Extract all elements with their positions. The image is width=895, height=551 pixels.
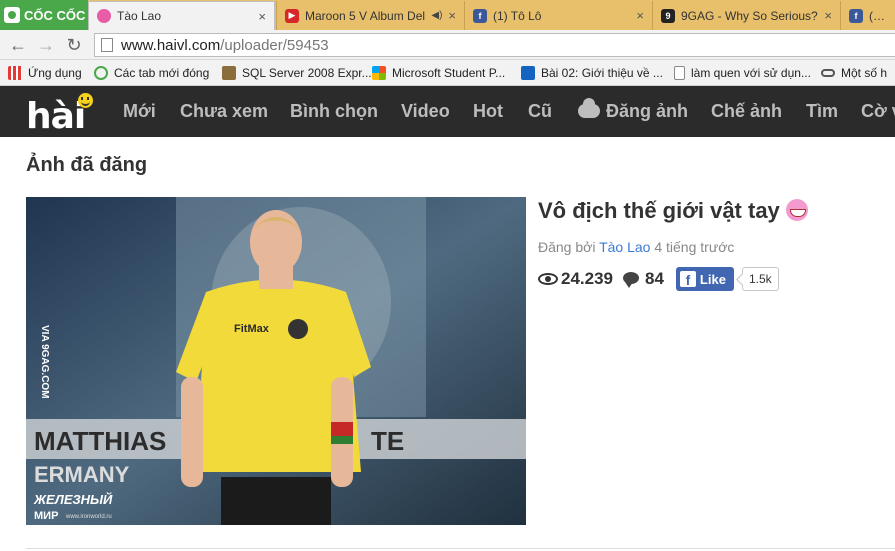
tab-title: (1) Tô <box>869 8 887 23</box>
aspnet-icon <box>521 66 535 80</box>
brand-label: CỐC CỐC <box>24 7 86 23</box>
menu-hot[interactable]: Hot <box>473 101 503 122</box>
bookmark-label: Bài 02: Giới thiệu về ... <box>541 66 663 80</box>
facebook-like-button[interactable]: f Like <box>675 267 734 291</box>
tab-title: 9GAG - Why So Serious? <box>681 8 818 23</box>
coccoc-brand[interactable]: CỐC CỐC <box>0 0 88 30</box>
tab-facebook-2[interactable]: f (1) Tô <box>840 1 895 30</box>
tab-facebook-1[interactable]: f (1) Tô Lô × <box>464 1 652 30</box>
close-icon[interactable]: × <box>258 9 266 24</box>
logo-ru-text: ЖЕЛЕЗНЫЙ <box>33 491 113 507</box>
bookmark-label: Ứng dụng <box>28 66 82 80</box>
name-plate-text: MATTHIAS <box>34 426 166 456</box>
apps-grid-icon <box>8 66 22 80</box>
tab-title: Maroon 5 V Album Del <box>305 8 426 23</box>
menu-che-anh[interactable]: Chế ảnh <box>711 101 782 122</box>
smiley-icon <box>78 93 93 108</box>
like-count: 1.5k <box>741 267 779 291</box>
menu-video[interactable]: Video <box>401 101 450 122</box>
view-count: 24.239 <box>561 269 613 288</box>
close-icon[interactable]: × <box>636 8 644 23</box>
country-text: ERMANY <box>34 462 130 487</box>
address-bar[interactable]: www.haivl.com/uploader/59453 <box>94 33 895 57</box>
microsoft-icon <box>372 66 386 80</box>
site-logo[interactable]: hài <box>26 90 93 137</box>
laughing-emoji-icon <box>785 199 808 221</box>
close-icon[interactable]: × <box>824 8 832 23</box>
facebook-icon: f <box>679 271 696 288</box>
page-icon <box>674 66 685 80</box>
link-icon <box>821 69 835 77</box>
post-stats: 24.239 84 f Like 1.5k <box>538 266 779 292</box>
haivl-smiley-icon <box>97 9 111 23</box>
bookmark-bai-02[interactable]: Bài 02: Giới thiệu về ... <box>521 64 663 82</box>
browser-toolbar: ← → ↻ www.haivl.com/uploader/59453 <box>0 30 895 60</box>
menu-chua-xem[interactable]: Chưa xem <box>180 101 268 122</box>
tab-title: Tào Lao <box>117 9 162 23</box>
close-icon[interactable]: × <box>448 8 456 23</box>
bookmark-label: Các tab mới đóng <box>114 66 210 80</box>
shirt-brand-text: FitMax <box>234 323 270 335</box>
bookmarks-bar: Ứng dụng Các tab mới đóng SQL Server 200… <box>0 60 895 86</box>
bookmark-label: làm quen với sử dụn... <box>691 66 811 80</box>
post-byline: Đăng bởi Tào Lao 4 tiếng trước <box>538 239 735 255</box>
bookmark-lam-quen[interactable]: làm quen với sử dụn... <box>674 64 811 82</box>
youtube-icon: ▶ <box>285 8 299 23</box>
9gag-icon: 9 <box>661 8 675 23</box>
post-title[interactable]: Vô địch thế giới vật tay <box>538 198 808 224</box>
bookmark-mot-so[interactable]: Một số h <box>821 64 887 82</box>
tab-9gag[interactable]: 9 9GAG - Why So Serious? × <box>652 1 840 30</box>
bookmark-label: Một số h <box>841 66 888 80</box>
tab-title: (1) Tô Lô <box>493 8 542 23</box>
bookmark-apps[interactable]: Ứng dụng <box>8 64 82 82</box>
menu-cu[interactable]: Cũ <box>528 101 552 122</box>
logo-site-text: www.ironworld.ru <box>65 514 112 520</box>
menu-moi[interactable]: Mới <box>123 101 156 122</box>
reload-icon[interactable]: ↻ <box>64 35 84 55</box>
facebook-icon: f <box>473 8 487 23</box>
forward-arrow-icon[interactable]: → <box>36 35 56 55</box>
bookmark-microsoft-student[interactable]: Microsoft Student P... <box>372 64 505 82</box>
divider <box>26 548 895 549</box>
logo-text: hài <box>26 96 86 137</box>
bookmark-label: Microsoft Student P... <box>392 66 506 80</box>
tab-maroon5[interactable]: ▶ Maroon 5 V Album Del ◀) × <box>276 1 464 30</box>
comment-icon <box>623 271 643 288</box>
menu-dang-anh[interactable]: Đăng ảnh <box>578 98 688 122</box>
post-image[interactable]: MATTHIAS TE ERMANY FitMax VIA 9GAG.COM Ж… <box>26 197 526 525</box>
menu-tim[interactable]: Tìm <box>806 101 838 122</box>
author-link[interactable]: Tào Lao <box>599 239 650 255</box>
section-title: Ảnh đã đăng <box>26 154 148 176</box>
tab-tao-lao[interactable]: Tào Lao × <box>88 1 275 30</box>
audio-playing-icon: ◀) <box>431 10 443 21</box>
comment-count: 84 <box>645 269 664 288</box>
logo-ru2-text: МИР <box>34 510 58 522</box>
menu-co-vua[interactable]: Cờ v <box>861 101 895 122</box>
cloud-upload-icon <box>578 98 600 118</box>
menu-binh-chon[interactable]: Bình chọn <box>290 101 378 122</box>
facebook-icon: f <box>849 8 863 23</box>
watermark-text: VIA 9GAG.COM <box>39 325 50 399</box>
bookmark-recent-tabs[interactable]: Các tab mới đóng <box>94 64 209 82</box>
eye-icon <box>538 273 558 285</box>
name-plate-end-text: TE <box>371 426 404 456</box>
coccoc-logo-icon <box>4 7 20 23</box>
browser-tab-bar: CỐC CỐC Tào Lao × ▶ Maroon 5 V Album Del… <box>0 0 895 30</box>
site-header: hài Mới Chưa xem Bình chọn Video Hot Cũ … <box>0 86 895 137</box>
sql-server-icon <box>222 66 236 80</box>
page-icon <box>101 38 113 52</box>
recent-tabs-icon <box>94 66 108 80</box>
url-text: www.haivl.com/uploader/59453 <box>121 36 329 54</box>
bookmark-sql-server[interactable]: SQL Server 2008 Expr... <box>222 64 372 82</box>
back-arrow-icon[interactable]: ← <box>8 35 28 55</box>
bookmark-label: SQL Server 2008 Expr... <box>242 66 372 80</box>
